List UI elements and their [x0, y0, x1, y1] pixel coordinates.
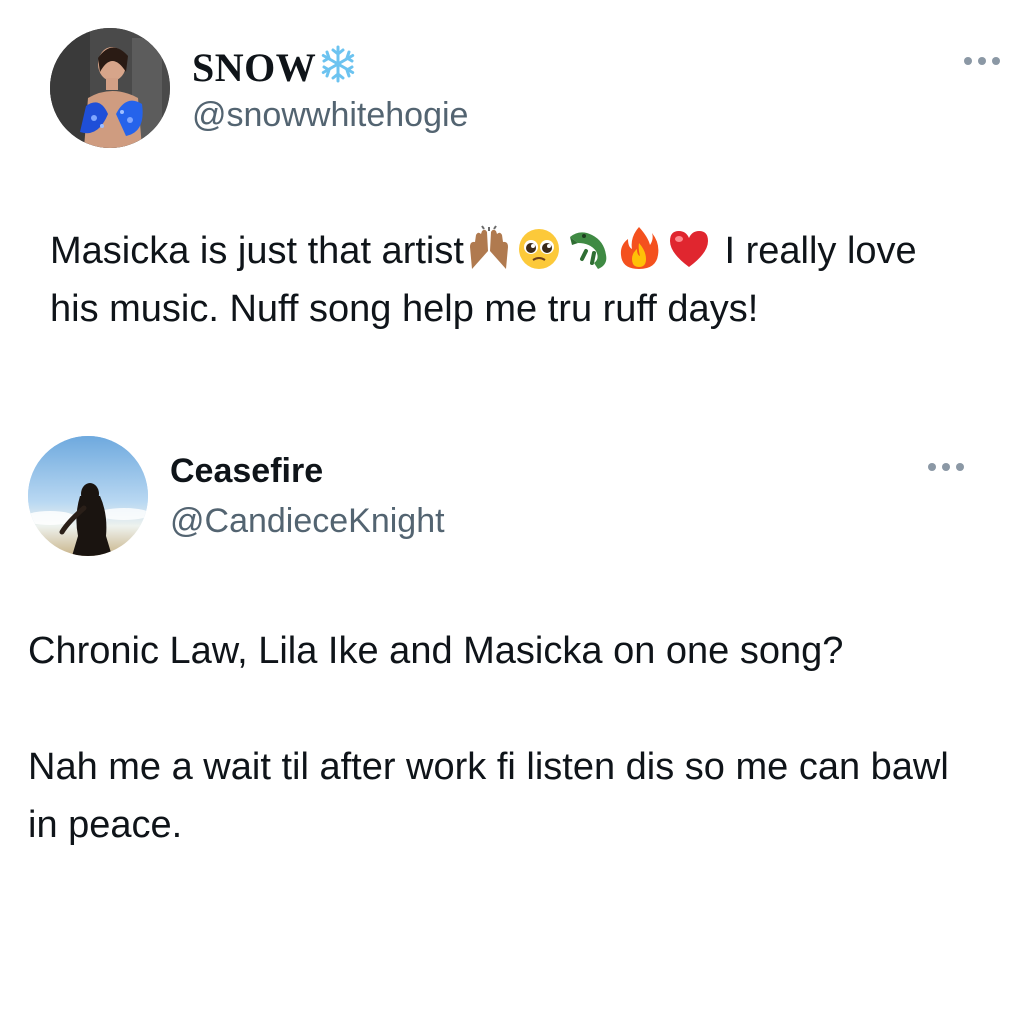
tweet-paragraph: Chronic Law, Lila Ike and Masicka on one…: [28, 630, 844, 672]
tweet-text: Masicka is just that artist I really lov…: [50, 222, 970, 338]
display-name[interactable]: SNOW: [192, 44, 358, 94]
fire-icon: [616, 225, 662, 271]
handle[interactable]: @snowwhitehogie: [192, 96, 468, 135]
tweet-text-start: Masicka is just that artist: [50, 230, 464, 272]
more-options-button[interactable]: [926, 460, 966, 479]
tweet-text: Chronic Law, Lila Ike and Masicka on one…: [28, 622, 968, 854]
crocodile-icon: [566, 225, 612, 271]
snowflake-icon: [318, 44, 358, 94]
avatar-image: [50, 28, 170, 148]
handle[interactable]: @CandieceKnight: [170, 502, 445, 541]
more-icon: [964, 57, 1000, 65]
display-name[interactable]: Ceasefire: [170, 452, 323, 491]
display-name-text: SNOW: [192, 45, 317, 90]
tweet-snow[interactable]: SNOW @snowwhitehogie Masicka is just tha…: [0, 0, 1024, 420]
more-icon: [928, 463, 964, 471]
tweet-ceasefire[interactable]: Ceasefire @CandieceKnight Chronic Law, L…: [0, 420, 1024, 1024]
raising-hands-icon: [466, 225, 512, 271]
more-options-button[interactable]: [962, 54, 1002, 73]
avatar[interactable]: [28, 436, 148, 556]
red-heart-icon: [666, 225, 712, 271]
avatar-image: [28, 436, 148, 556]
pleading-face-icon: [516, 225, 562, 271]
tweet-paragraph: Nah me a wait til after work fi listen d…: [28, 746, 949, 846]
avatar[interactable]: [50, 28, 170, 148]
